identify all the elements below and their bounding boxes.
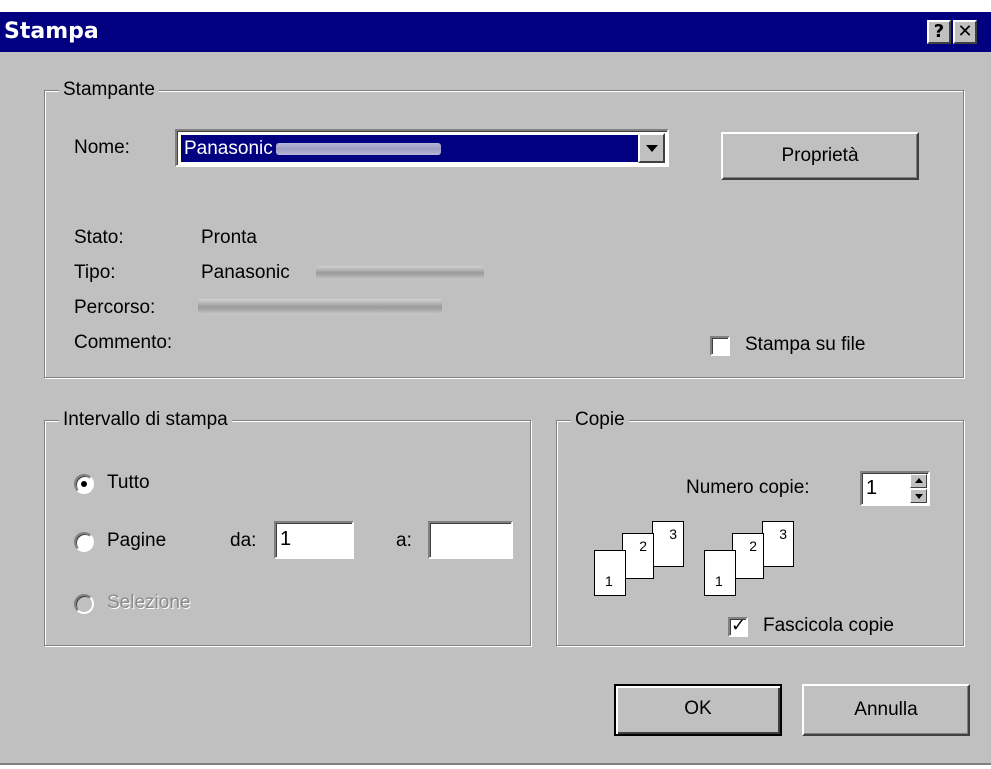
print-dialog: Stampa ? ✕ Stampante Nome: Panasonic Pro… (0, 12, 991, 765)
radio-selection (74, 594, 94, 614)
title-bar: Stampa ? ✕ (0, 12, 991, 52)
collate-page-icon: 1 (594, 550, 626, 596)
type-label: Tipo: (74, 262, 116, 283)
page-number: 1 (605, 573, 613, 589)
collate-page-icon: 3 (762, 521, 794, 567)
properties-button[interactable]: Proprietà (721, 132, 919, 180)
radio-dot (81, 481, 87, 487)
collate-page-icon: 2 (732, 533, 764, 579)
all-label[interactable]: Tutto (107, 472, 150, 494)
collate-label[interactable]: Fascicola copie (763, 615, 894, 637)
collate-page-icon: 1 (704, 550, 736, 596)
spin-down-button[interactable] (910, 489, 927, 503)
path-label: Percorso: (74, 297, 156, 318)
radio-pages[interactable] (74, 532, 94, 552)
close-button[interactable]: ✕ (953, 20, 977, 44)
copies-count-value: 1 (866, 477, 878, 499)
printer-group-legend: Stampante (59, 79, 159, 101)
collate-checkbox[interactable]: ✓ (728, 615, 748, 637)
page-number: 2 (639, 538, 647, 554)
print-range-legend: Intervallo di stampa (59, 409, 232, 431)
printer-name-label: Nome: (74, 137, 130, 158)
from-label: da: (230, 530, 257, 551)
print-to-file-label[interactable]: Stampa su file (745, 334, 865, 356)
page-number: 1 (715, 573, 723, 589)
copies-legend: Copie (571, 409, 629, 431)
comment-label: Commento: (74, 332, 173, 353)
redacted-text (316, 266, 484, 280)
chevron-down-icon (915, 494, 923, 499)
page-number: 3 (669, 526, 677, 542)
printer-name-value: Panasonic (184, 138, 273, 159)
chevron-up-icon (915, 478, 923, 483)
printer-name-selected: Panasonic (180, 134, 642, 163)
redacted-text (275, 142, 441, 155)
collate-page-icon: 3 (652, 521, 684, 567)
page-number: 3 (779, 526, 787, 542)
copies-count-label: Numero copie: (686, 477, 810, 498)
window-title: Stampa (4, 19, 99, 44)
chevron-down-icon (646, 145, 658, 152)
pages-label[interactable]: Pagine (107, 530, 166, 552)
redacted-text (198, 299, 442, 315)
to-page-input[interactable] (428, 521, 513, 559)
from-page-input[interactable]: 1 (274, 521, 354, 559)
radio-all[interactable] (74, 474, 94, 494)
collate-page-icon: 2 (622, 533, 654, 579)
page-number: 2 (749, 538, 757, 554)
cancel-button[interactable]: Annulla (802, 684, 970, 736)
status-value: Pronta (201, 227, 257, 248)
type-value: Panasonic (201, 262, 290, 283)
check-icon: ✓ (731, 615, 747, 636)
print-to-file-checkbox[interactable] (710, 336, 730, 356)
status-label: Stato: (74, 227, 124, 248)
ok-button[interactable]: OK (614, 684, 782, 736)
to-label: a: (396, 530, 412, 551)
spin-up-button[interactable] (910, 474, 927, 488)
copies-count-spinner[interactable]: 1 (860, 471, 930, 506)
dropdown-button[interactable] (638, 133, 665, 163)
printer-name-select[interactable]: Panasonic (175, 129, 669, 167)
help-button[interactable]: ? (927, 20, 951, 44)
selection-label: Selezione (107, 592, 191, 613)
